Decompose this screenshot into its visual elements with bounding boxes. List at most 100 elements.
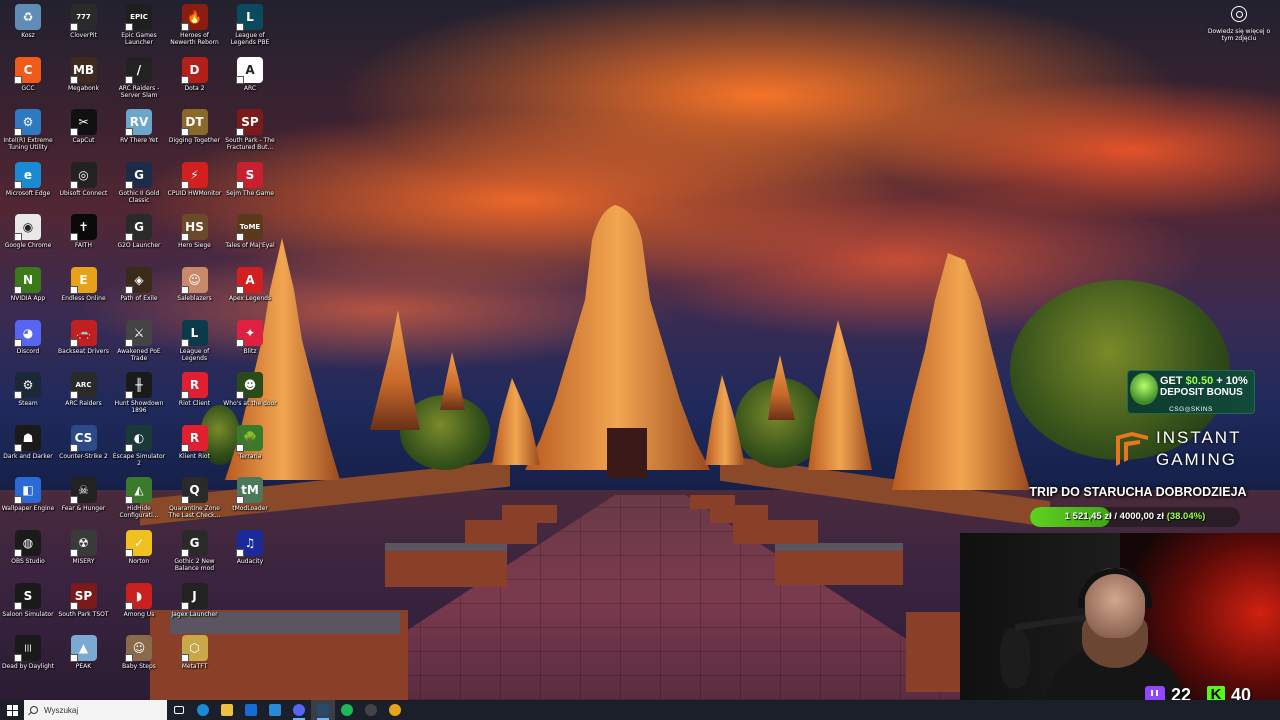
apex-icon: A [236,267,263,294]
desktop-shortcut-nvidia[interactable]: N NVIDIA App [0,263,56,302]
taskbar-file-explorer-button[interactable] [215,700,239,720]
desktop-shortcut-peak[interactable]: ▲ PEAK [56,631,112,670]
desktop-shortcut-escape-sim[interactable]: ◐ Escape Simulator 2 [111,421,167,467]
desktop-shortcut-label: Apex Legends [228,295,272,302]
desktop-shortcut-cloverpit[interactable]: 777 CloverPit [56,0,112,39]
desktop-shortcut-label: Hunt Showdown 1896 [114,400,164,415]
desktop-shortcut-wallpaper-engine[interactable]: ◧ Wallpaper Engine [0,473,56,512]
desktop-shortcut-faith[interactable]: ✝ FAITH [56,210,112,249]
desktop-shortcut-hunt-showdown[interactable]: ╫ Hunt Showdown 1896 [111,368,167,414]
desktop-shortcut-backseat-drivers[interactable]: 🚗 Backseat Drivers [56,316,112,355]
shortcut-arrow-icon [69,23,78,31]
desktop-shortcut-gothic2-nb[interactable]: G Gothic 2 New Balance mod [167,526,223,572]
desktop-shortcut-hon[interactable]: 🔥 Heroes of Newerth Reborn [167,0,223,46]
desktop-shortcut-digging-together[interactable]: DT Digging Together [167,105,223,144]
desktop-shortcut-chrome[interactable]: ◉ Google Chrome [0,210,56,249]
spotlight-info-label: Dowiedz się więcej o tym zdjęciu [1207,28,1271,42]
desktop-shortcut-dbd[interactable]: ||| Dead by Daylight [0,631,56,670]
desktop-shortcut-blitz[interactable]: ✦ Blitz [222,316,278,355]
desktop-shortcut-edge[interactable]: e Microsoft Edge [0,158,56,197]
shortcut-arrow-icon [236,75,244,84]
desktop-shortcut-steam[interactable]: ⚙ Steam [0,368,56,407]
desktop-shortcut-lol[interactable]: L League of Legends [167,316,223,362]
desktop-shortcut-dark-and-darker[interactable]: ☗ Dark and Darker [0,421,56,460]
faith-icon: ✝ [69,214,97,242]
desktop-shortcut-label: Counter-Strike 2 [59,452,108,460]
desktop-shortcut-saloon-sim[interactable]: S Saloon Simulator [0,579,56,618]
desktop-shortcut-g2o[interactable]: G G2O Launcher [111,210,167,249]
desktop-shortcut-jagex[interactable]: J Jagex Launcher [167,579,223,618]
start-button[interactable] [0,700,24,720]
desktop-shortcut-tmodloader[interactable]: tM tModLoader [222,473,278,512]
shortcut-arrow-icon [236,180,244,189]
desktop-shortcut-terraria[interactable]: 🌳 Terraria [222,421,278,460]
donation-goal-text: 1 521,45 zł / 4000,00 zł (38.04%) [1064,511,1206,522]
desktop-shortcut-megabonk[interactable]: MB Megabonk [56,53,112,92]
desktop-shortcut-arc[interactable]: A ARC [222,53,278,92]
desktop-shortcut-baby-steps[interactable]: ☺ Baby Steps [111,631,167,670]
desktop-shortcut-norton[interactable]: ✓ Norton [111,526,167,565]
taskbar-chrome-button[interactable] [383,700,407,720]
desktop-shortcut-lol-pbe[interactable]: L League of Legends PBE [222,0,278,46]
desktop-shortcut-epic-games[interactable]: EPIC Epic Games Launcher [111,0,167,46]
desktop-shortcut-arc-raiders[interactable]: / ARC Raiders - Server Slam [111,53,167,99]
desktop-shortcut-obs[interactable]: ◍ OBS Studio [0,526,56,565]
taskbar-obs-button[interactable] [359,700,383,720]
desktop-shortcut-awakened-poe[interactable]: ⚔ Awakened PoE Trade [111,316,167,362]
desktop-shortcut-misery[interactable]: ☢ MISERY [56,526,112,565]
desktop-shortcut-ubisoft[interactable]: ◎ Ubisoft Connect [56,158,112,197]
desktop-shortcut-capcut[interactable]: ✂ CapCut [56,105,112,144]
desktop-shortcut-poe[interactable]: ◈ Path of Exile [111,263,167,302]
desktop-shortcut-saleblazers[interactable]: ☺ Saleblazers [167,263,223,302]
shortcut-arrow-icon [125,549,133,557]
desktop-shortcut-hwmonitor[interactable]: ⚡ CPUID HWMonitor [167,158,223,197]
desktop-shortcut-whos-at-the-door[interactable]: ☻ Who's at the door [222,368,278,407]
desktop-shortcut-recycle-bin[interactable]: ♻ Kosz [0,0,56,39]
taskbar-steam-button[interactable] [311,700,335,720]
taskbar-task-view-button[interactable] [167,700,191,720]
shortcut-arrow-icon [236,286,244,294]
desktop-shortcut-south-park[interactable]: SP South Park - The Fractured But... [222,105,278,151]
desktop-shortcut-quarantine-zone[interactable]: Q Quarantine Zone The Last Check... [167,473,223,519]
taskbar-discord-button[interactable] [287,700,311,720]
desktop-shortcut-cs2[interactable]: CS Counter-Strike 2 [56,421,112,460]
taskbar-search-box[interactable]: Wyszukaj [24,700,167,720]
desktop-shortcut-south-park-tsot[interactable]: SP South Park TSOT [56,579,112,618]
lol-icon: L [180,319,208,347]
desktop-shortcut-riot-client[interactable]: R Riot Client [167,368,223,407]
whos-at-the-door-icon: ☻ [236,372,263,400]
desktop-shortcut-among-us[interactable]: ◗ Among Us [111,579,167,618]
desktop-shortcut-arc-raiders-2[interactable]: ARC ARC Raiders [56,368,112,407]
desktop-shortcut-gothic2[interactable]: G Gothic II Gold Classic [111,158,167,204]
desktop-shortcut-dota2[interactable]: D Dota 2 [167,53,223,92]
taskbar-edge-button[interactable] [191,700,215,720]
metatft-icon: ⬡ [180,635,208,663]
desktop-shortcut-endless-online[interactable]: E Endless Online [56,263,112,302]
peak-icon: ▲ [69,635,97,663]
desktop-shortcut-fear-hunger[interactable]: ☠ Fear & Hunger [56,473,112,512]
taskbar-outlook-button[interactable] [239,700,263,720]
taskbar-spotify-button[interactable] [335,700,359,720]
desktop-shortcut-tome[interactable]: ToME Tales of Maj'Eyal [222,210,278,249]
desktop-shortcut-intel-xtu[interactable]: ⚙ Intel(R) Extreme Tuning Utility [0,105,56,151]
shortcut-arrow-icon [69,549,78,557]
desktop-shortcut-hidhide[interactable]: ◭ HidHide Configurati... [111,473,167,519]
desktop-shortcut-gcc[interactable]: C GCC [0,53,56,92]
desktop-shortcut-apex[interactable]: A Apex Legends [222,263,278,302]
desktop-shortcut-label: Digging Together [168,137,221,145]
file-explorer-icon [221,704,233,716]
shortcut-arrow-icon [236,496,244,505]
taskbar-store-button[interactable] [263,700,287,720]
norton-icon: ✓ [125,530,152,557]
desktop-shortcut-rv-there-yet[interactable]: RV RV There Yet [111,105,167,144]
desktop-shortcut-metatft[interactable]: ⬡ MetaTFT [167,631,223,670]
shortcut-arrow-icon [180,75,189,84]
dota2-icon: D [180,56,208,84]
desktop-shortcut-hero-siege[interactable]: HS Hero Siege [167,210,223,249]
desktop-shortcut-klient-riot[interactable]: R Klient Riot [167,421,223,460]
desktop-shortcut-sejm[interactable]: S Sejm The Game [222,158,278,197]
klient-riot-icon: R [180,424,208,452]
spotlight-info-button[interactable]: Dowiedz się więcej o tym zdjęciu [1204,6,1274,42]
desktop-shortcut-discord[interactable]: ◕ Discord [0,316,56,355]
desktop-shortcut-audacity[interactable]: ♫ Audacity [222,526,278,565]
